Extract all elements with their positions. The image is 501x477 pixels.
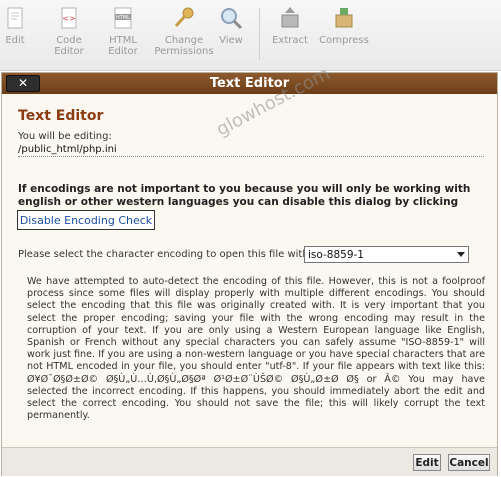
- compress-icon: [335, 8, 353, 28]
- edit-button[interactable]: Edit: [413, 454, 441, 471]
- encoding-select-label: Please select the character encoding to …: [18, 249, 313, 260]
- toolbar-separator: [259, 8, 260, 60]
- cancel-button[interactable]: Cancel: [448, 454, 490, 471]
- code-editor-icon: <>: [61, 7, 77, 29]
- dialog-button-bar: Edit Cancel: [2, 447, 497, 476]
- toolbar-extract-button[interactable]: Extract: [269, 6, 311, 46]
- html-editor-icon: HTML: [114, 7, 132, 29]
- encoding-select-value: iso-8859-1: [308, 249, 364, 261]
- text-editor-dialog: ✕ Text Editor Text Editor You will be ed…: [1, 72, 498, 476]
- chevron-down-icon: [457, 252, 465, 257]
- toolbar-html-editor-button[interactable]: HTML HTML Editor: [104, 6, 142, 57]
- key-icon: [174, 7, 194, 28]
- toolbar-label: Edit: [5, 35, 25, 46]
- disable-encoding-check-button[interactable]: Disable Encoding Check: [17, 210, 155, 230]
- close-icon: ✕: [17, 76, 29, 90]
- toolbar-label: Change Permissions: [154, 35, 214, 57]
- toolbar-view-button[interactable]: View: [216, 6, 246, 46]
- svg-text:<>: <>: [62, 14, 75, 23]
- extract-icon: [281, 7, 299, 28]
- edit-icon: [7, 7, 23, 29]
- file-path: /public_html/php.ini: [18, 143, 484, 157]
- toolbar-label: Code Editor: [54, 35, 84, 57]
- toolbar-label: Compress: [319, 35, 369, 46]
- toolbar-label: Extract: [272, 35, 308, 46]
- encoding-select[interactable]: iso-8859-1: [304, 246, 469, 263]
- magnifier-icon: [221, 8, 243, 30]
- toolbar-code-editor-button[interactable]: <> Code Editor: [50, 6, 88, 57]
- toolbar-edit-button[interactable]: Edit: [2, 6, 28, 46]
- encoding-explanation: We have attempted to auto-detect the enc…: [27, 276, 485, 422]
- toolbar-label: HTML Editor: [108, 35, 138, 57]
- toolbar-compress-button[interactable]: Compress: [318, 6, 370, 46]
- toolbar-change-permissions-button[interactable]: Change Permissions: [152, 6, 216, 57]
- dialog-titlebar: ✕ Text Editor: [2, 73, 497, 94]
- dialog-heading: Text Editor: [18, 108, 104, 124]
- close-button[interactable]: ✕: [6, 75, 40, 92]
- file-manager-toolbar: Edit <> Code Editor HTML HTML Editor Cha…: [0, 0, 501, 71]
- editing-label: You will be editing:: [18, 131, 112, 142]
- toolbar-label: View: [219, 35, 243, 46]
- svg-text:HTML: HTML: [116, 15, 130, 21]
